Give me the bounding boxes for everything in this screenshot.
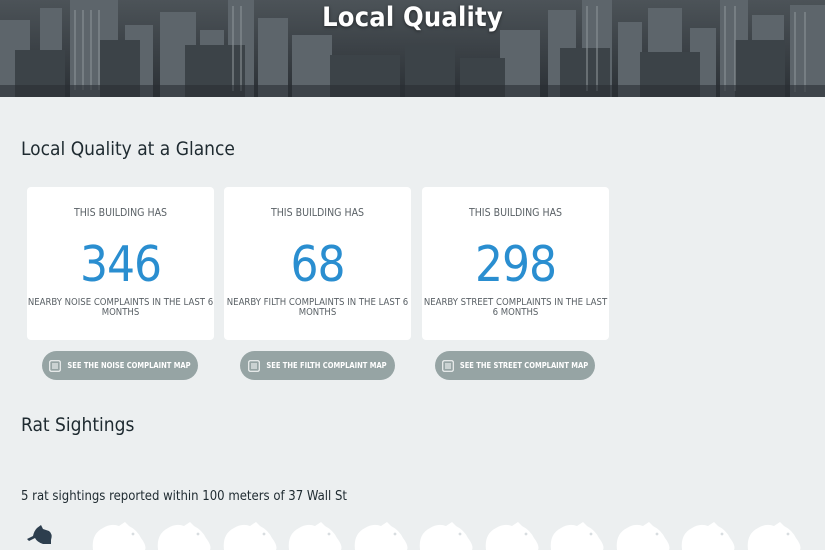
rat-icon xyxy=(27,525,52,544)
header-banner: Local Quality xyxy=(0,0,825,97)
rat-icon-row xyxy=(23,520,823,550)
card-prefix: THIS BUILDING HAS xyxy=(73,207,168,219)
filth-complaint-count: 68 xyxy=(290,236,345,293)
rat-icon xyxy=(747,522,800,550)
card-prefix: THIS BUILDING HAS xyxy=(270,207,365,219)
rat-icon xyxy=(616,522,669,550)
rat-icon xyxy=(288,522,342,550)
page-title: Local Quality xyxy=(322,2,503,33)
rat-icon xyxy=(419,522,473,550)
rat-icon xyxy=(485,522,538,550)
list-icon xyxy=(248,359,261,372)
card-prefix: THIS BUILDING HAS xyxy=(468,207,563,219)
button-label: SEE THE STREET COMPLAINT MAP xyxy=(459,361,589,370)
list-icon xyxy=(442,359,454,372)
card-description: NEARBY NOISE COMPLAINTS IN THE LAST 6 MO… xyxy=(27,297,214,318)
card-description: NEARBY STREET COMPLAINTS IN THE LAST 6 M… xyxy=(423,297,608,318)
button-label: SEE THE FILTH COMPLAINT MAP xyxy=(266,361,387,370)
street-complaint-map-button[interactable]: SEE THE STREET COMPLAINT MAP xyxy=(435,351,595,380)
noise-complaint-count: 346 xyxy=(79,236,162,293)
rat-icon xyxy=(223,522,276,550)
rat-icon xyxy=(92,522,145,550)
noise-complaint-map-button[interactable]: SEE THE NOISE COMPLAINT MAP xyxy=(42,351,198,380)
rat-icon xyxy=(354,522,407,550)
street-complaint-count: 298 xyxy=(474,236,557,293)
filth-complaints-card: THIS BUILDING HAS 68 NEARBY FILTH COMPLA… xyxy=(224,187,411,340)
rat-sightings-heading: Rat Sightings xyxy=(21,414,135,436)
filth-complaint-map-button[interactable]: SEE THE FILTH COMPLAINT MAP xyxy=(240,351,395,380)
rat-sightings-summary: 5 rat sightings reported within 100 mete… xyxy=(21,489,348,504)
rat-icon xyxy=(681,522,735,550)
noise-complaints-card: THIS BUILDING HAS 346 NEARBY NOISE COMPL… xyxy=(27,187,214,340)
list-icon xyxy=(49,359,62,372)
rat-icon xyxy=(157,522,211,550)
street-complaints-card: THIS BUILDING HAS 298 NEARBY STREET COMP… xyxy=(422,187,609,340)
glance-heading: Local Quality at a Glance xyxy=(21,138,235,160)
rat-icon xyxy=(550,522,604,550)
card-description: NEARBY FILTH COMPLAINTS IN THE LAST 6 MO… xyxy=(226,297,409,318)
button-label: SEE THE NOISE COMPLAINT MAP xyxy=(67,361,191,370)
